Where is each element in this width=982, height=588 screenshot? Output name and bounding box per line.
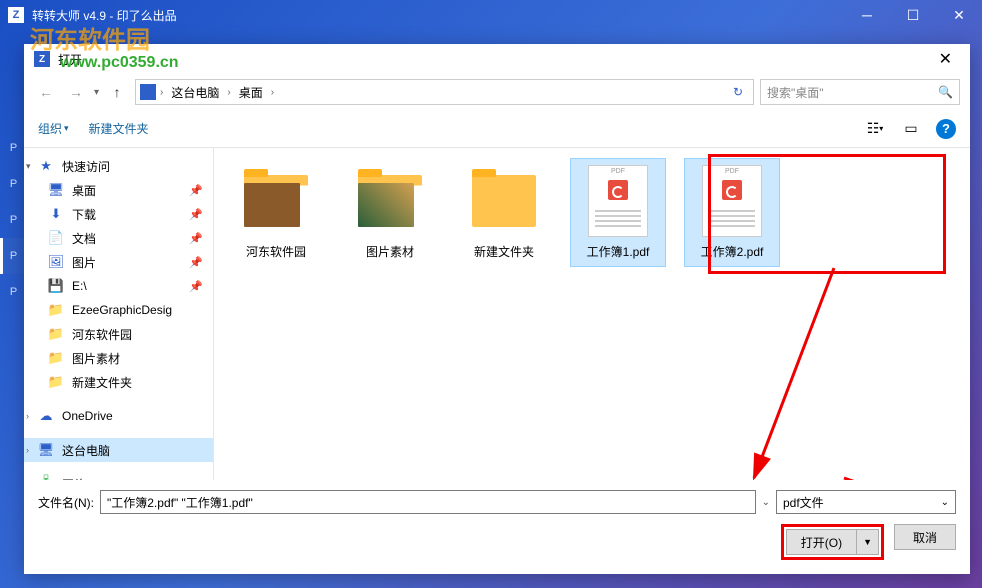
app-left-tabs: P P P P P bbox=[0, 130, 24, 310]
file-label: 河东软件园 bbox=[246, 243, 306, 260]
chevron-right-icon: › bbox=[160, 87, 163, 98]
sidebar-desktop[interactable]: 🖥桌面📌 bbox=[24, 178, 213, 202]
pc-icon: 🖥 bbox=[38, 442, 54, 458]
folder-icon: 📁 bbox=[48, 302, 64, 318]
star-icon: ★ bbox=[38, 158, 54, 174]
file-item-pdf[interactable]: 工作簿2.pdf bbox=[684, 158, 780, 267]
pin-icon: 📌 bbox=[189, 256, 203, 269]
drive-icon: 💾 bbox=[48, 278, 64, 294]
cloud-icon: ☁ bbox=[38, 408, 54, 424]
path-segment-thispc[interactable]: 这台电脑 bbox=[167, 82, 223, 103]
sidebar-folder-ezee[interactable]: 📁EzeeGraphicDesig bbox=[24, 298, 213, 322]
sidebar-folder-picmat[interactable]: 📁图片素材 bbox=[24, 346, 213, 370]
left-tab[interactable]: P bbox=[0, 166, 24, 202]
app-titlebar: Z 转转大师 v4.9 - 印了么出品 ─ ☐ ✕ bbox=[0, 0, 982, 30]
network-icon: 🖧 bbox=[38, 476, 54, 480]
path-segment-desktop[interactable]: 桌面 bbox=[235, 82, 267, 103]
annotation-highlight-open: 打开(O) ▼ bbox=[781, 524, 884, 560]
pin-icon: 📌 bbox=[189, 208, 203, 221]
folder-icon: 📁 bbox=[48, 374, 64, 390]
sidebar-tree: ▾★快速访问 🖥桌面📌 ⬇下载📌 📄文档📌 🖼图片📌 💾E:\📌 📁EzeeGr… bbox=[24, 148, 214, 480]
download-icon: ⬇ bbox=[48, 206, 64, 222]
open-button[interactable]: 打开(O) ▼ bbox=[786, 529, 879, 555]
dialog-toolbar: 组织 ▾ 新建文件夹 ☷ ▾ ▭ ? bbox=[24, 110, 970, 148]
cancel-button[interactable]: 取消 bbox=[894, 524, 956, 550]
open-file-dialog: Z 打开 ✕ ← → ▾ ↑ › 这台电脑 › 桌面 › ↻ 搜索"桌面" 🔍 … bbox=[24, 44, 970, 574]
left-tab[interactable]: P bbox=[0, 238, 24, 274]
filename-label: 文件名(N): bbox=[38, 494, 94, 511]
sidebar-quick-access[interactable]: ▾★快速访问 bbox=[24, 154, 213, 178]
file-item-folder[interactable]: 河东软件园 bbox=[228, 158, 324, 267]
annotation-arrow bbox=[734, 258, 934, 480]
dialog-close-button[interactable]: ✕ bbox=[931, 49, 960, 69]
sidebar-downloads[interactable]: ⬇下载📌 bbox=[24, 202, 213, 226]
maximize-button[interactable]: ☐ bbox=[890, 0, 936, 30]
nav-history-chevron[interactable]: ▾ bbox=[94, 87, 99, 98]
folder-icon: 📁 bbox=[48, 350, 64, 366]
file-label: 工作簿2.pdf bbox=[701, 243, 764, 260]
file-item-folder[interactable]: 新建文件夹 bbox=[456, 158, 552, 267]
sidebar-folder-hedong[interactable]: 📁河东软件园 bbox=[24, 322, 213, 346]
app-title: 转转大师 v4.9 - 印了么出品 bbox=[32, 7, 177, 24]
search-placeholder: 搜索"桌面" bbox=[767, 84, 824, 101]
pin-icon: 📌 bbox=[189, 232, 203, 245]
annotation-arrow bbox=[834, 468, 970, 480]
sidebar-network[interactable]: ›🖧网络 bbox=[24, 472, 213, 480]
file-type-filter[interactable]: pdf文件 ⌄ bbox=[776, 490, 956, 514]
pc-icon bbox=[140, 84, 156, 100]
nav-back-button[interactable]: ← bbox=[34, 80, 58, 104]
sidebar-this-pc[interactable]: ›🖥这台电脑 bbox=[24, 438, 213, 462]
sidebar-folder-new[interactable]: 📁新建文件夹 bbox=[24, 370, 213, 394]
address-bar: ← → ▾ ↑ › 这台电脑 › 桌面 › ↻ 搜索"桌面" 🔍 bbox=[24, 74, 970, 110]
nav-forward-button[interactable]: → bbox=[64, 80, 88, 104]
dialog-bottom-bar: 文件名(N): ⌄ pdf文件 ⌄ 打开(O) ▼ 取消 bbox=[24, 480, 970, 574]
file-item-folder[interactable]: 图片素材 bbox=[342, 158, 438, 267]
file-label: 工作簿1.pdf bbox=[587, 243, 650, 260]
new-folder-button[interactable]: 新建文件夹 bbox=[89, 120, 149, 137]
chevron-right-icon: › bbox=[227, 87, 230, 98]
pictures-icon: 🖼 bbox=[48, 254, 64, 270]
left-tab[interactable]: P bbox=[0, 130, 24, 166]
nav-up-button[interactable]: ↑ bbox=[105, 80, 129, 104]
file-item-pdf[interactable]: 工作簿1.pdf bbox=[570, 158, 666, 267]
file-label: 图片素材 bbox=[366, 243, 414, 260]
pin-icon: 📌 bbox=[189, 184, 203, 197]
file-list[interactable]: 河东软件园 图片素材 新建文件夹 工作簿1.pdf 工作簿2.pdf bbox=[214, 148, 970, 480]
help-button[interactable]: ? bbox=[936, 119, 956, 139]
search-icon: 🔍 bbox=[938, 85, 953, 99]
filename-history-chevron[interactable]: ⌄ bbox=[762, 497, 770, 508]
sidebar-pictures[interactable]: 🖼图片📌 bbox=[24, 250, 213, 274]
left-tab[interactable]: P bbox=[0, 274, 24, 310]
close-button[interactable]: ✕ bbox=[936, 0, 982, 30]
refresh-button[interactable]: ↻ bbox=[727, 85, 749, 99]
left-tab[interactable]: P bbox=[0, 202, 24, 238]
sidebar-onedrive[interactable]: ›☁OneDrive bbox=[24, 404, 213, 428]
app-icon: Z bbox=[8, 7, 24, 23]
chevron-right-icon: › bbox=[271, 87, 274, 98]
open-dropdown-chevron[interactable]: ▼ bbox=[857, 537, 878, 547]
file-label: 新建文件夹 bbox=[474, 243, 534, 260]
dialog-titlebar: Z 打开 ✕ bbox=[24, 44, 970, 74]
minimize-button[interactable]: ─ bbox=[844, 0, 890, 30]
sidebar-documents[interactable]: 📄文档📌 bbox=[24, 226, 213, 250]
dialog-icon: Z bbox=[34, 51, 50, 67]
document-icon: 📄 bbox=[48, 230, 64, 246]
pin-icon: 📌 bbox=[189, 280, 203, 293]
sidebar-e-drive[interactable]: 💾E:\📌 bbox=[24, 274, 213, 298]
search-input[interactable]: 搜索"桌面" 🔍 bbox=[760, 79, 960, 105]
path-breadcrumb[interactable]: › 这台电脑 › 桌面 › ↻ bbox=[135, 79, 754, 105]
desktop-icon: 🖥 bbox=[48, 182, 64, 198]
filename-input[interactable] bbox=[100, 490, 756, 514]
view-mode-button[interactable]: ☷ ▾ bbox=[864, 118, 886, 140]
chevron-down-icon: ⌄ bbox=[941, 497, 949, 508]
organize-button[interactable]: 组织 ▾ bbox=[38, 120, 69, 137]
preview-pane-button[interactable]: ▭ bbox=[900, 118, 922, 140]
dialog-title: 打开 bbox=[58, 51, 82, 68]
folder-icon: 📁 bbox=[48, 326, 64, 342]
